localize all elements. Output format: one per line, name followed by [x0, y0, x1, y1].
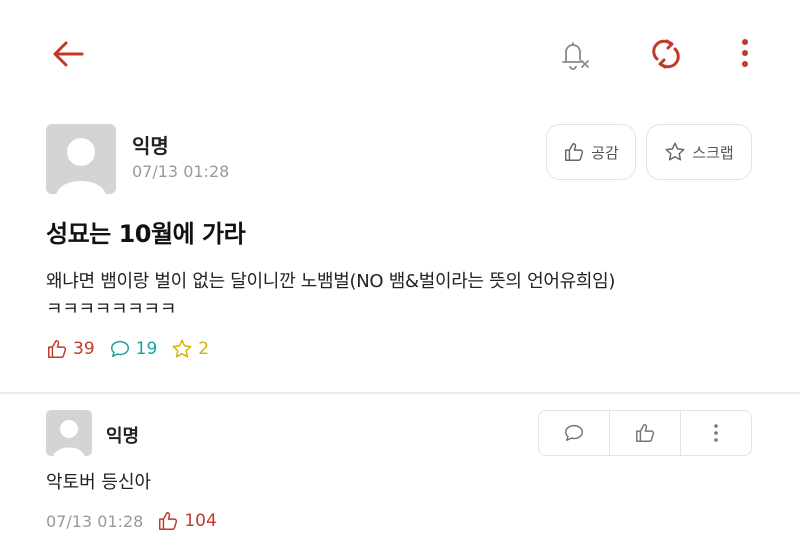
scrap-count-value: 2 [198, 339, 210, 359]
more-vertical-icon [742, 39, 748, 67]
comment-like-count-value: 104 [184, 511, 217, 531]
thumbs-up-icon [159, 512, 178, 530]
comment-count-value: 19 [135, 339, 158, 359]
star-icon [665, 142, 685, 161]
like-button-label: 공감 [591, 143, 619, 162]
comment-author: 익명 [106, 426, 140, 447]
back-button[interactable] [48, 34, 88, 74]
post-author: 익명 [132, 134, 169, 158]
post-date: 07/13 01:28 [132, 162, 230, 181]
comment-like-button[interactable] [609, 411, 680, 455]
default-avatar-icon [56, 138, 106, 194]
top-bar [0, 0, 800, 100]
more-options-button[interactable] [730, 34, 760, 74]
comment-text: 악토버 등신아 [46, 472, 152, 493]
back-arrow-icon [53, 41, 84, 67]
post-body-line: ㅋㅋㅋㅋㅋㅋㅋㅋ [46, 299, 177, 320]
comment-item: 익명 악토버 등신아 07/13 01:28 104 [0, 404, 800, 550]
thumbs-up-icon [636, 424, 655, 442]
comment-date: 07/13 01:28 [46, 511, 144, 531]
scrap-button-label: 스크랩 [692, 143, 734, 162]
post: 익명 07/13 01:28 공감 스크랩 성묘는 10월에 가라 왜냐면 뱀이… [0, 118, 800, 388]
like-count-value: 39 [73, 339, 95, 359]
post-stats: 39 19 2 [46, 336, 223, 362]
comment-bubble-icon [110, 340, 129, 358]
refresh-icon [652, 39, 680, 69]
avatar [46, 410, 92, 456]
comment-actions [538, 410, 752, 456]
comment-like-count: 104 [157, 510, 217, 532]
post-title: 성묘는 10월에 가라 [46, 220, 246, 248]
comment-meta: 07/13 01:28 104 [46, 510, 217, 532]
comment-bubble-icon [565, 424, 583, 442]
bell-off-icon [562, 42, 589, 70]
post-body: 왜냐면 뱀이랑 벌이 없는 달이니깐 노뱀벌(NO 뱀&벌이라는 뜻의 언어유희… [46, 268, 746, 324]
refresh-button[interactable] [646, 34, 686, 74]
notification-off-button[interactable] [554, 34, 594, 74]
like-count: 39 [46, 338, 95, 360]
star-icon [172, 339, 192, 358]
reply-button[interactable] [539, 411, 609, 455]
default-avatar-icon [53, 420, 85, 456]
comment-count: 19 [109, 338, 158, 360]
thumbs-up-icon [48, 340, 67, 358]
scrap-button[interactable]: 스크랩 [646, 124, 752, 180]
thumbs-up-icon [565, 143, 584, 161]
comment-more-button[interactable] [680, 411, 751, 455]
post-body-line: 왜냐면 뱀이랑 벌이 없는 달이니깐 노뱀벌(NO 뱀&벌이라는 뜻의 언어유희… [46, 271, 616, 292]
avatar [46, 124, 116, 194]
scrap-count: 2 [171, 338, 209, 360]
more-vertical-icon [714, 424, 718, 442]
like-button[interactable]: 공감 [546, 124, 636, 180]
divider [0, 392, 800, 394]
